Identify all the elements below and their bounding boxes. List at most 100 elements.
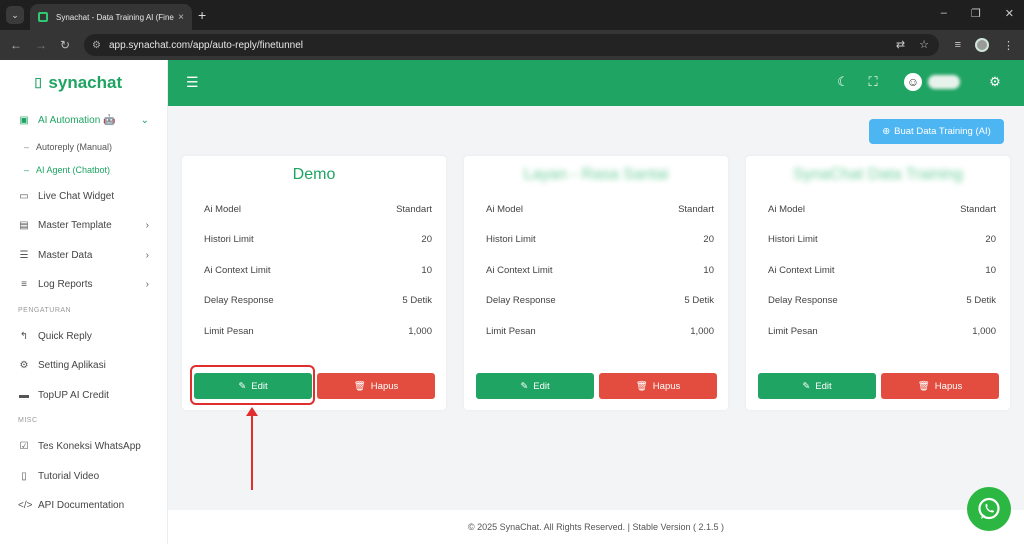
brand-logo[interactable]: ⌷ synachat <box>0 60 167 106</box>
wallet-icon: ▬ <box>19 389 29 401</box>
footer: © 2025 SynaChat. All Rights Reserved. | … <box>168 510 1024 544</box>
delete-button[interactable]: 🗑 Hapus <box>599 373 717 399</box>
sidebar-item-topup-ai-credit[interactable]: ▬ TopUP AI Credit <box>0 381 167 411</box>
section-label-misc: MISC <box>18 417 38 424</box>
edit-button[interactable]: ✎ Edit <box>758 373 876 399</box>
spec-value: 5 Detik <box>402 295 432 306</box>
spec-value: 1,000 <box>408 326 432 337</box>
spec-value: 10 <box>985 265 996 276</box>
spec-value: Standart <box>678 204 714 215</box>
spec-label: Ai Model <box>486 204 523 215</box>
pencil-icon: ✎ <box>520 380 529 392</box>
training-card: Layan - Rasa Santai Ai Model Standart Hi… <box>464 156 728 410</box>
sidebar-item-label: TopUP AI Credit <box>38 389 109 401</box>
maximize-icon[interactable]: ❐ <box>971 7 981 20</box>
spec-value: 10 <box>703 265 714 276</box>
spec-row: Ai Context Limit 10 <box>486 265 714 276</box>
chevron-down-icon: ⌄ <box>140 115 149 127</box>
reply-icon: ↰ <box>19 330 29 342</box>
sidebar-item-master-template[interactable]: ▤ Master Template › <box>0 211 167 241</box>
spec-row: Ai Context Limit 10 <box>204 265 432 276</box>
forward-icon[interactable]: → <box>35 38 47 52</box>
close-window-icon[interactable]: ✕ <box>1005 7 1014 20</box>
report-icon: ≡ <box>21 279 27 291</box>
sidebar-item-label: Tutorial Video <box>38 470 100 482</box>
back-icon[interactable]: ← <box>10 38 22 52</box>
tab-close-icon[interactable]: × <box>178 12 184 23</box>
user-name-blurred[interactable] <box>928 75 960 89</box>
fullscreen-icon[interactable]: ⛶ <box>864 74 882 90</box>
gear-icon: ⚙ <box>19 360 29 372</box>
sidebar-item-tes-koneksi[interactable]: ☑ Tes Koneksi WhatsApp <box>0 432 167 462</box>
sidebar-item-master-data[interactable]: ☰ Master Data › <box>0 241 167 271</box>
delete-button[interactable]: 🗑 Hapus <box>317 373 435 399</box>
book-icon: ▯ <box>21 470 27 482</box>
template-icon: ▤ <box>19 220 29 232</box>
minimize-icon[interactable]: – <box>941 7 947 20</box>
new-tab-button[interactable]: + <box>198 6 206 24</box>
tab-list-button[interactable]: ⌄ <box>6 6 24 24</box>
chevron-right-icon: › <box>145 279 149 291</box>
message-check-icon: ☑ <box>19 441 29 453</box>
brand-name: synachat <box>48 73 123 92</box>
address-bar-row: ← → ↻ ⚙ app.synachat.com/app/auto-reply/… <box>0 30 1024 60</box>
sidebar-item-live-chat-widget[interactable]: ▭ Live Chat Widget <box>0 182 167 212</box>
spec-value: 20 <box>421 234 432 245</box>
reload-icon[interactable]: ↻ <box>60 38 70 52</box>
spec-label: Ai Context Limit <box>768 265 835 276</box>
chrome-menu-icon[interactable]: ⋮ <box>1003 39 1014 52</box>
footer-text: © 2025 SynaChat. All Rights Reserved. | … <box>467 522 725 532</box>
gear-icon[interactable]: ⚙ <box>986 74 1004 90</box>
trash-icon: 🗑 <box>917 380 930 392</box>
sidebar-subitem-ai-agent[interactable]: – AI Agent (Chatbot) <box>0 159 167 182</box>
sidebar-item-log-reports[interactable]: ≡ Log Reports › <box>0 270 167 300</box>
spec-value: 5 Detik <box>966 295 996 306</box>
create-button-label: Buat Data Training (AI) <box>894 126 991 137</box>
tab-title: Synachat - Data Training AI (Fine T <box>56 12 175 22</box>
spec-label: Ai Context Limit <box>204 265 271 276</box>
spec-value: 1,000 <box>972 326 996 337</box>
edit-label: Edit <box>815 380 832 392</box>
sidebar-item-label: AI Automation 🤖 <box>38 115 116 127</box>
site-info-icon[interactable]: ⚙ <box>92 40 101 51</box>
spec-row: Histori Limit 20 <box>204 234 432 245</box>
sidebar-item-label: Quick Reply <box>38 330 92 342</box>
favicon-icon <box>38 12 48 22</box>
bookmark-star-icon[interactable]: ☆ <box>919 38 929 51</box>
spec-label: Histori Limit <box>768 234 818 245</box>
delete-button[interactable]: 🗑 Hapus <box>881 373 999 399</box>
url-input[interactable]: ⚙ app.synachat.com/app/auto-reply/finetu… <box>84 34 939 56</box>
sidebar-item-setting-aplikasi[interactable]: ⚙ Setting Aplikasi <box>0 351 167 381</box>
sidebar-subitem-autoreply[interactable]: – Autoreply (Manual) <box>0 136 167 159</box>
spec-label: Delay Response <box>204 295 274 306</box>
browser-tab[interactable]: Synachat - Data Training AI (Fine T × <box>30 4 192 30</box>
user-avatar-icon[interactable]: ☺ <box>904 73 922 91</box>
sidebar-item-label: Log Reports <box>38 279 93 291</box>
whatsapp-float-button[interactable] <box>967 487 1011 531</box>
synachat-logo-icon: ⌷ <box>34 74 43 91</box>
media-control-icon[interactable]: ≡ <box>955 39 961 51</box>
sidebar-item-label: Master Data <box>38 249 93 261</box>
sidebar-item-tutorial-video[interactable]: ▯ Tutorial Video <box>0 462 167 492</box>
spec-value: 10 <box>421 265 432 276</box>
spec-value: 5 Detik <box>684 295 714 306</box>
spec-value: 1,000 <box>690 326 714 337</box>
top-header: ☰ ☾ ⛶ ☺ ⚙ <box>168 60 1024 106</box>
sidebar-item-ai-automation[interactable]: ▣ AI Automation 🤖 ⌄ <box>0 106 167 136</box>
sidebar-item-quick-reply[interactable]: ↰ Quick Reply <box>0 322 167 352</box>
create-training-data-button[interactable]: ⊕ Buat Data Training (AI) <box>869 119 1004 144</box>
moon-icon[interactable]: ☾ <box>834 74 852 90</box>
spec-row: Histori Limit 20 <box>486 234 714 245</box>
code-icon: </> <box>18 500 33 512</box>
spec-row: Ai Model Standart <box>486 204 714 215</box>
profile-avatar-icon[interactable] <box>975 38 989 52</box>
card-title: Layan - Rasa Santai <box>523 166 669 183</box>
translate-icon[interactable]: ⇄ <box>896 38 905 51</box>
edit-button[interactable]: ✎ Edit <box>476 373 594 399</box>
chat-window-icon: ▭ <box>19 190 29 202</box>
spec-label: Histori Limit <box>204 234 254 245</box>
sidebar-item-api-documentation[interactable]: </> API Documentation <box>0 491 167 521</box>
spec-value: Standart <box>396 204 432 215</box>
menu-icon[interactable]: ☰ <box>186 75 199 89</box>
spec-row: Limit Pesan 1,000 <box>204 326 432 337</box>
